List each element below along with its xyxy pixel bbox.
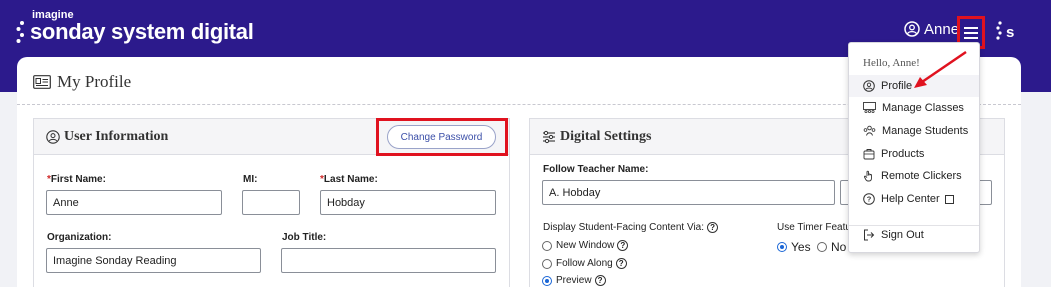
brand-s-icon: s — [996, 21, 1014, 41]
students-icon — [863, 125, 876, 136]
sign-out-icon — [864, 229, 875, 241]
menu-item-sign-out[interactable]: Sign Out — [849, 224, 979, 246]
menu-item-label: Manage Students — [882, 125, 969, 137]
first-name-label: *First Name: — [47, 174, 106, 185]
menu-item-label: Sign Out — [881, 229, 924, 241]
help-icon[interactable]: ? — [615, 258, 627, 269]
id-card-icon — [33, 75, 51, 89]
use-timer-label: Use Timer Featu — [777, 222, 851, 233]
help-icon[interactable]: ? — [594, 275, 606, 286]
menu-item-label: Remote Clickers — [881, 170, 962, 182]
brand-mark[interactable]: s — [996, 18, 1020, 42]
logo-wordmark[interactable]: sonday system digital — [30, 19, 254, 45]
follow-teacher-input[interactable]: A. Hobday — [542, 180, 835, 205]
menu-item-help-center[interactable]: ? Help Center — [849, 188, 979, 210]
user-circle-icon — [46, 130, 60, 144]
hamburger-icon — [964, 26, 978, 39]
change-password-button[interactable]: Change Password — [387, 125, 496, 149]
help-icon: ? — [707, 222, 719, 233]
mi-input[interactable] — [242, 190, 300, 215]
page-title-text: My Profile — [57, 72, 132, 91]
clicker-hand-icon — [864, 170, 872, 182]
user-circle-icon — [863, 80, 875, 92]
menu-item-label: Products — [881, 148, 925, 160]
user-account-link[interactable]: Anne — [904, 19, 959, 39]
display-content-label: Display Student-Facing Content Via:? — [543, 222, 719, 233]
user-information-title: User Information — [46, 129, 168, 145]
digital-settings-title-text: Digital Settings — [560, 129, 652, 144]
menu-item-profile[interactable]: Profile — [849, 75, 979, 97]
organization-input[interactable]: Imagine Sonday Reading — [46, 248, 261, 273]
external-link-icon — [944, 194, 954, 204]
display-option-follow-along[interactable]: Follow Along? — [542, 258, 627, 269]
last-name-label: *Last Name: — [320, 174, 378, 185]
menu-item-manage-classes[interactable]: Manage Classes — [849, 97, 979, 119]
help-icon: ? — [863, 193, 875, 205]
products-icon — [863, 149, 875, 160]
radio-button-selected[interactable] — [777, 242, 787, 252]
page-title: My Profile — [33, 72, 131, 92]
menu-item-label: Help Center — [881, 193, 940, 205]
radio-button[interactable] — [817, 242, 827, 252]
radio-button[interactable] — [542, 240, 552, 251]
logo-dots-icon — [16, 21, 24, 43]
first-name-input[interactable]: Anne — [46, 190, 222, 215]
timer-option-no[interactable]: No — [817, 240, 846, 254]
help-icon[interactable]: ? — [617, 240, 629, 251]
digital-settings-title: Digital Settings — [542, 129, 651, 145]
organization-label: Organization: — [47, 232, 112, 243]
job-title-label: Job Title: — [282, 232, 327, 243]
user-name: Anne — [924, 20, 960, 38]
display-option-new-window[interactable]: New Window? — [542, 240, 629, 251]
menu-item-remote-clickers[interactable]: Remote Clickers — [849, 165, 979, 187]
mi-label: MI: — [243, 174, 258, 185]
menu-item-label: Profile — [881, 80, 913, 92]
classroom-icon — [863, 102, 876, 113]
user-dropdown-menu: Hello, Anne! Profile Manage Classes Mana… — [848, 42, 980, 253]
timer-option-yes[interactable]: Yes — [777, 240, 811, 254]
radio-button-selected[interactable] — [542, 275, 552, 286]
radio-button[interactable] — [542, 258, 552, 269]
svg-text:s: s — [1006, 24, 1014, 41]
svg-text:?: ? — [867, 195, 872, 204]
menu-item-label: Manage Classes — [882, 102, 964, 114]
menu-item-products[interactable]: Products — [849, 143, 979, 165]
user-circle-icon — [904, 21, 920, 37]
menu-item-manage-students[interactable]: Manage Students — [849, 120, 979, 142]
display-option-preview[interactable]: Preview? — [542, 275, 606, 286]
sliders-icon — [543, 130, 555, 144]
follow-teacher-label: Follow Teacher Name: — [543, 164, 649, 175]
last-name-input[interactable]: Hobday — [320, 190, 496, 215]
menu-greeting: Hello, Anne! — [863, 57, 920, 69]
user-information-title-text: User Information — [64, 129, 169, 144]
job-title-input[interactable] — [281, 248, 496, 273]
